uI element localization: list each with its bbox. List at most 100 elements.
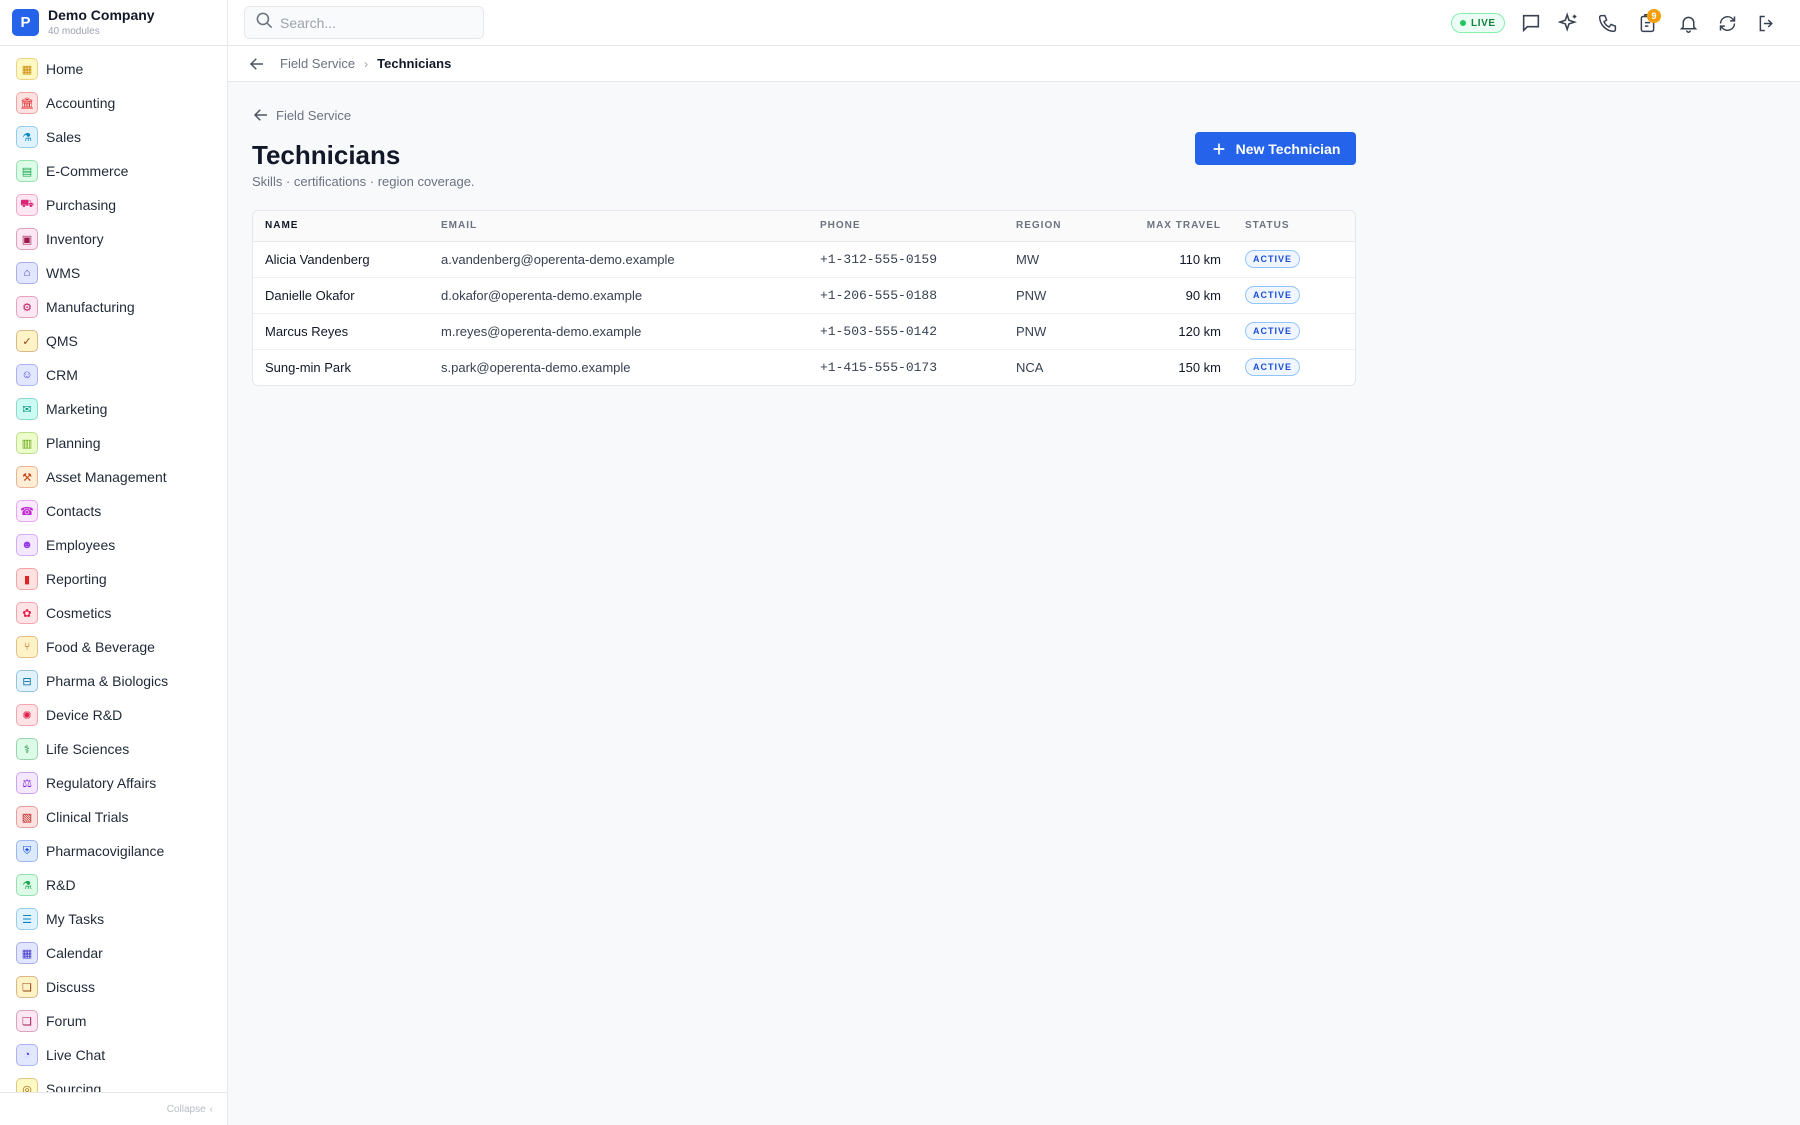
sidebar-item-label: Sourcing [46, 1081, 102, 1092]
sidebar-item-label: Forum [46, 1013, 87, 1029]
status-badge: ACTIVE [1245, 250, 1301, 268]
cell-email: d.okafor@operenta-demo.example [441, 277, 820, 314]
cell-region: PNW [1016, 313, 1112, 350]
clipboard-notification-icon[interactable]: 9 [1634, 9, 1661, 36]
column-header-region[interactable]: REGION [1016, 211, 1112, 242]
cell-max-travel: 90 km [1112, 277, 1223, 314]
back-arrow-icon[interactable] [246, 53, 268, 75]
sidebar-item-home[interactable]: ▦ Home [0, 52, 227, 86]
flask-icon: ⚗ [16, 126, 38, 148]
utensils-icon: ⑂ [16, 636, 38, 658]
sidebar-item-wms[interactable]: ⌂ WMS [0, 256, 227, 290]
table-row[interactable]: Marcus Reyes m.reyes@operenta-demo.exampl… [253, 313, 1355, 350]
sidebar-item-employees[interactable]: ☻ Employees [0, 528, 227, 562]
chat-icon[interactable] [1518, 10, 1544, 36]
headset-icon: ◔ [16, 1044, 38, 1066]
breadcrumb-current: Technicians [377, 56, 452, 71]
sidebar-item-marketing[interactable]: ✉ Marketing [0, 392, 227, 426]
sidebar-item-label: R&D [46, 877, 76, 893]
search-input[interactable] [280, 14, 470, 31]
sidebar-item-life-sciences[interactable]: ⚕ Life Sciences [0, 732, 227, 766]
cell-phone: +1-312-555-0159 [820, 241, 1016, 278]
store-icon: ▤ [16, 160, 38, 182]
status-badge: ACTIVE [1245, 358, 1301, 377]
bell-icon[interactable] [1675, 10, 1701, 36]
gavel-icon: ⚖ [16, 772, 38, 794]
sidebar-item-regulatory-affairs[interactable]: ⚖ Regulatory Affairs [0, 766, 227, 800]
sidebar-item-contacts[interactable]: ☎ Contacts [0, 494, 227, 528]
sidebar-item-sourcing[interactable]: ◎ Sourcing [0, 1072, 227, 1092]
table-row[interactable]: Alicia Vandenberg a.vandenberg@operenta-d… [253, 241, 1355, 278]
cell-email: s.park@operenta-demo.example [441, 359, 631, 375]
chat-bubbles-icon: ❏ [16, 976, 38, 998]
sidebar-item-label: Reporting [46, 571, 107, 587]
company-name: Demo Company [48, 6, 155, 23]
cell-status: ACTIVE [1223, 241, 1355, 278]
sidebar-item-e-commerce[interactable]: ▤ E-Commerce [0, 154, 227, 188]
shield-icon: ⛨ [16, 840, 38, 862]
logout-icon[interactable] [1753, 10, 1779, 36]
sidebar-item-asset-management[interactable]: ⚒ Asset Management [0, 460, 227, 494]
brand-logo: P [12, 9, 39, 36]
sidebar-item-food-beverage[interactable]: ⑂ Food & Beverage [0, 630, 227, 664]
sidebar-item-inventory[interactable]: ▣ Inventory [0, 222, 227, 256]
breadcrumb: Field Service › Technicians [228, 46, 1800, 82]
collapse-button[interactable]: Collapse ‹ [0, 1092, 227, 1125]
sidebar-item-crm[interactable]: ☺ CRM [0, 358, 227, 392]
sidebar-item-device-r-d[interactable]: ✺ Device R&D [0, 698, 227, 732]
cell-region: NCA [1016, 359, 1044, 375]
back-arrow-icon [253, 109, 267, 121]
sidebar-item-cosmetics[interactable]: ✿ Cosmetics [0, 596, 227, 630]
table-row[interactable]: Danielle Okafor d.okafor@operenta-demo.ex… [253, 277, 1355, 314]
top-bar: LIVE 9 [228, 0, 1800, 46]
status-badge: ACTIVE [1245, 322, 1301, 340]
sidebar-item-calendar[interactable]: ▦ Calendar [0, 936, 227, 970]
search-box[interactable] [244, 6, 484, 39]
column-header-name[interactable]: NAME [253, 211, 441, 242]
collapse-label: Collapse [166, 1103, 206, 1115]
sidebar-item-purchasing[interactable]: ⛟ Purchasing [0, 188, 227, 222]
sidebar-item-r-d[interactable]: ⚗ R&D [0, 868, 227, 902]
back-link-label: Field Service [276, 107, 352, 123]
back-to-field-service-link[interactable]: Field Service [252, 106, 351, 124]
sidebar-item-clinical-trials[interactable]: ▧ Clinical Trials [0, 800, 227, 834]
new-technician-button[interactable]: New Technician [1195, 132, 1356, 165]
sidebar-item-live-chat[interactable]: ◔ Live Chat [0, 1038, 227, 1072]
cell-status: ACTIVE [1223, 277, 1355, 314]
sidebar-item-label: Purchasing [46, 197, 117, 213]
sidebar-item-pharmacovigilance[interactable]: ⛨ Pharmacovigilance [0, 834, 227, 868]
column-header-max-travel[interactable]: MAX TRAVEL [1112, 211, 1223, 242]
sidebar-item-sales[interactable]: ⚗ Sales [0, 120, 227, 154]
phone-icon[interactable] [1594, 10, 1620, 36]
sidebar-item-pharma-biologics[interactable]: ⊟ Pharma & Biologics [0, 664, 227, 698]
chevron-left-icon: ‹ [209, 1103, 213, 1115]
sidebar-item-accounting[interactable]: 🏛 Accounting [0, 86, 227, 120]
id-badge-icon: ☻ [16, 534, 38, 556]
column-header-phone[interactable]: PHONE [820, 211, 1016, 242]
brand-header[interactable]: P Demo Company 40 modules [0, 0, 227, 46]
live-status-badge: LIVE [1451, 13, 1505, 33]
breadcrumb-parent-link[interactable]: Field Service [280, 56, 355, 71]
forum-icon: ❏ [16, 1010, 38, 1032]
sidebar-item-label: Asset Management [46, 469, 167, 485]
sidebar-item-label: Live Chat [46, 1047, 106, 1063]
column-header-email[interactable]: EMAIL [441, 211, 820, 242]
sidebar-item-discuss[interactable]: ❏ Discuss [0, 970, 227, 1004]
table-row[interactable]: Sung-min Park s.park@operenta-demo.exampl… [253, 349, 1355, 385]
sidebar-item-label: WMS [46, 265, 81, 281]
clipboard-list-icon: ▧ [16, 806, 38, 828]
sidebar-item-qms[interactable]: ✓ QMS [0, 324, 227, 358]
clipboard-icon: ▥ [16, 432, 38, 454]
sidebar-item-manufacturing[interactable]: ⚙ Manufacturing [0, 290, 227, 324]
sidebar-item-label: Regulatory Affairs [46, 775, 157, 791]
sidebar-item-forum[interactable]: ❏ Forum [0, 1004, 227, 1038]
refresh-icon[interactable] [1714, 10, 1740, 36]
sidebar-item-reporting[interactable]: ▮ Reporting [0, 562, 227, 596]
sidebar-nav: ▦ Home 🏛 Accounting ⚗ Sales ▤ E-Commerce ⛟ Purcha… [0, 52, 227, 1092]
column-header-status[interactable]: STATUS [1223, 211, 1355, 242]
sidebar-item-my-tasks[interactable]: ☰ My Tasks [0, 902, 227, 936]
sidebar-item-planning[interactable]: ▥ Planning [0, 426, 227, 460]
microscope-icon: ⚕ [16, 738, 38, 760]
users-icon: ☺ [16, 364, 38, 386]
sparkles-icon[interactable] [1556, 10, 1582, 36]
